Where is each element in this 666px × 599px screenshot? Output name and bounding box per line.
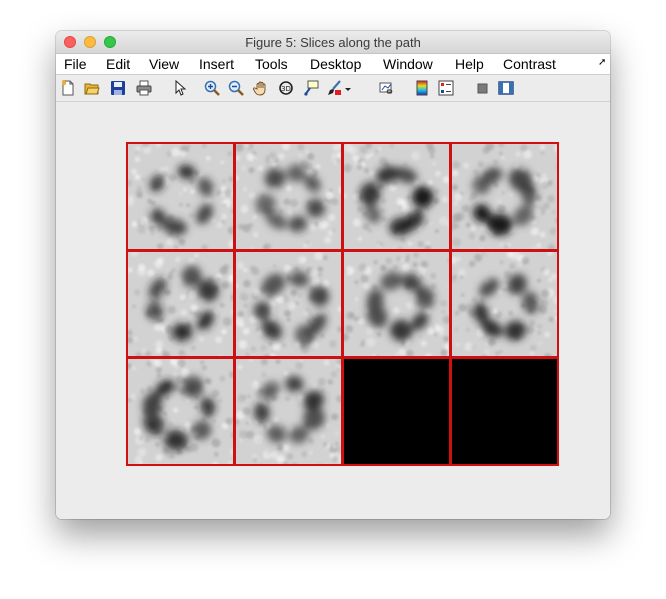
pan-hand-icon[interactable] (253, 80, 269, 96)
menu-tools[interactable]: Tools (255, 56, 288, 72)
zoom-in-icon[interactable] (204, 80, 220, 96)
legend-icon[interactable] (438, 80, 454, 96)
zoom-out-icon[interactable] (228, 80, 244, 96)
empty-slice (450, 357, 559, 466)
print-icon[interactable] (136, 80, 152, 96)
hide-plot-tools-icon[interactable] (474, 80, 490, 96)
slice-image (450, 142, 559, 251)
new-file-icon[interactable] (60, 80, 76, 96)
menu-overflow-arrow-icon[interactable]: ➚ (598, 57, 606, 68)
slice-image (126, 249, 235, 359)
save-icon[interactable] (110, 80, 126, 96)
colorbar-icon[interactable] (414, 80, 430, 96)
slice-image (234, 249, 343, 359)
pointer-icon[interactable] (172, 80, 188, 96)
title-bar[interactable]: Figure 5: Slices along the path (56, 31, 610, 54)
menu-bar: File Edit View Insert Tools Desktop Wind… (56, 54, 610, 75)
window-title: Figure 5: Slices along the path (245, 35, 421, 50)
rotate-3d-icon[interactable]: 3D (278, 80, 294, 96)
link-plot-icon[interactable] (379, 80, 395, 96)
menu-insert[interactable]: Insert (199, 56, 234, 72)
slice-image (234, 142, 343, 251)
slice-montage (126, 142, 559, 466)
slice-image (126, 357, 235, 466)
menu-help[interactable]: Help (455, 56, 484, 72)
menu-window[interactable]: Window (383, 56, 433, 72)
empty-slice (342, 357, 451, 466)
slice-image (342, 249, 451, 359)
slice-image (450, 249, 559, 359)
slice-image (126, 142, 235, 251)
brush-dropdown-icon[interactable] (344, 80, 352, 96)
show-plot-tools-icon[interactable] (498, 80, 514, 96)
menu-contrast[interactable]: Contrast (503, 56, 556, 72)
toolbar: 3D (56, 75, 610, 102)
svg-text:3D: 3D (281, 85, 291, 93)
brush-icon[interactable] (326, 80, 342, 96)
slice-image (342, 142, 451, 251)
slice-image (234, 357, 343, 466)
menu-edit[interactable]: Edit (106, 56, 130, 72)
menu-file[interactable]: File (64, 56, 87, 72)
figure-window: Figure 5: Slices along the path File Edi… (56, 31, 610, 519)
menu-view[interactable]: View (149, 56, 179, 72)
menu-desktop[interactable]: Desktop (310, 56, 361, 72)
figure-canvas (56, 102, 610, 519)
open-folder-icon[interactable] (84, 80, 100, 96)
data-cursor-icon[interactable] (303, 80, 319, 96)
